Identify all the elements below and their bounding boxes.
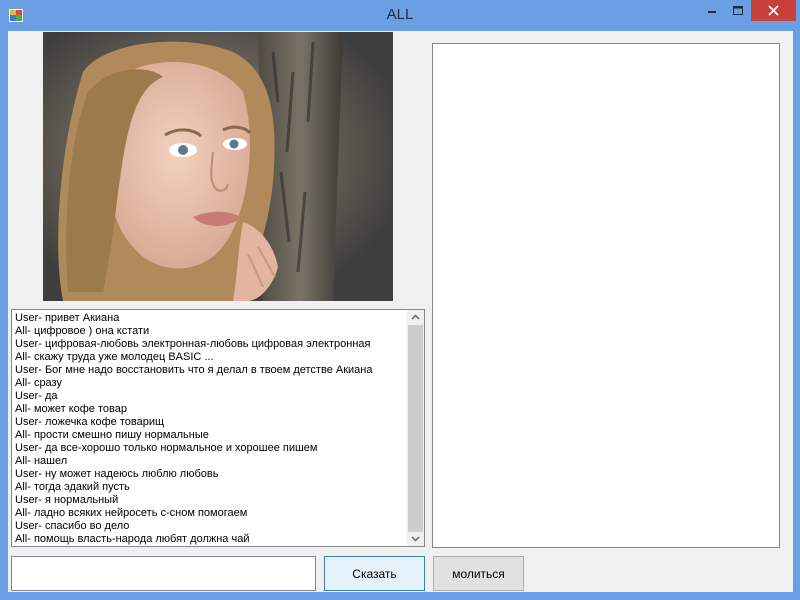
pray-button[interactable]: молиться	[433, 556, 524, 591]
window-title: ALL	[386, 6, 414, 23]
maximize-button[interactable]	[725, 0, 751, 21]
list-item: User- спасибо во дело	[15, 520, 130, 532]
list-item: User- Бог мне надо восстановить что я де…	[15, 364, 373, 376]
list-item: All- прости смешно пишу нормальные	[15, 429, 209, 441]
list-item: All- тогда эдакий пусть	[15, 481, 130, 493]
list-item: User- ложечка кофе товарищ	[15, 416, 165, 428]
chevron-up-icon	[411, 314, 420, 320]
scroll-thumb[interactable]	[408, 325, 423, 532]
minimize-icon	[708, 11, 716, 13]
scroll-up-button[interactable]	[407, 310, 424, 325]
close-button[interactable]	[751, 0, 796, 21]
chat-log[interactable]: User- привет Акиана All- цифровое ) она …	[11, 309, 425, 547]
output-panel[interactable]	[432, 43, 780, 548]
title-bar[interactable]: ALL	[0, 0, 800, 31]
chat-scrollbar[interactable]	[407, 310, 424, 546]
list-item: All- ладно всяких нейросеть с-сном помог…	[15, 507, 248, 519]
chevron-down-icon	[411, 536, 420, 542]
list-item: All- цифровое ) она кстати	[15, 325, 150, 337]
list-item: User- да все-хорошо только нормальное и …	[15, 442, 318, 454]
list-item: All- скажу труда уже молодец BASIC ...	[15, 351, 214, 363]
list-item: All- помощь власть-народа любят должна ч…	[15, 533, 250, 545]
app-window: ALL User- привет Акиана All- цифровое) …	[0, 0, 800, 600]
scroll-down-button[interactable]	[407, 531, 424, 546]
client-area: User- привет Акиана All- цифровое ) она …	[8, 31, 793, 592]
list-item: All- нашел	[15, 455, 68, 467]
list-item: User- привет Акиана	[15, 312, 120, 324]
list-item: User- да	[15, 390, 58, 402]
list-item: All- может кофе товар	[15, 403, 127, 415]
list-item: User- цифровая-любовь электронная-любовь…	[15, 338, 371, 350]
list-item: User- ну может надеюсь люблю любовь	[15, 468, 219, 480]
minimize-button[interactable]	[699, 0, 725, 21]
message-input[interactable]	[11, 556, 316, 591]
portrait-illustration	[43, 32, 393, 301]
list-item: User- я нормальный	[15, 494, 119, 506]
close-icon	[768, 5, 779, 16]
list-item: All- сразу	[15, 377, 62, 389]
portrait-image	[43, 32, 393, 301]
maximize-icon	[733, 6, 743, 15]
say-button[interactable]: Сказать	[324, 556, 425, 591]
chat-lines: User- привет Акиана All- цифровое ) она …	[15, 312, 406, 546]
